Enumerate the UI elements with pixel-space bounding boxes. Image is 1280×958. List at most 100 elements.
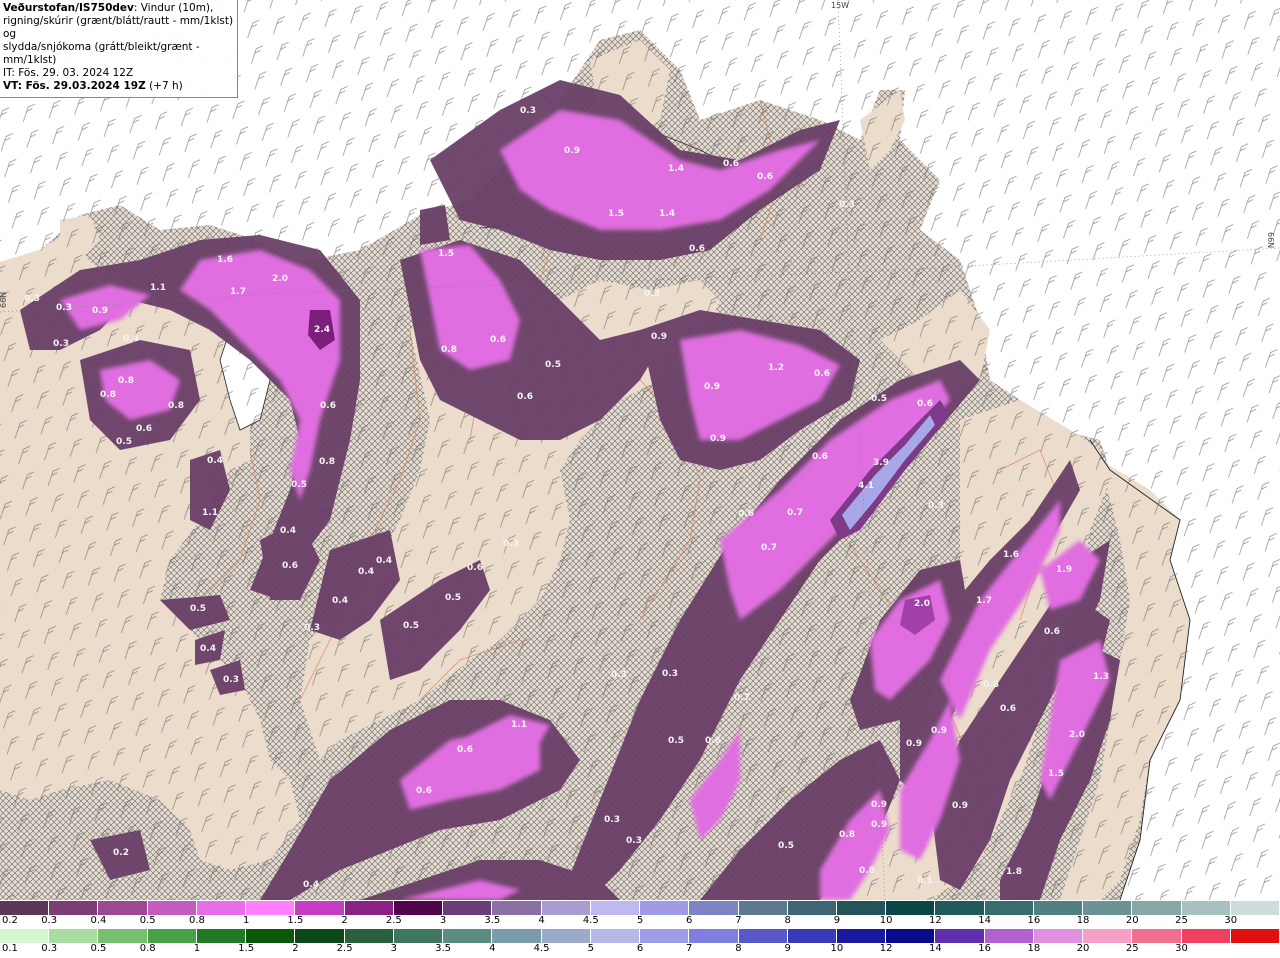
legend-tick-label: 0.3 xyxy=(41,915,58,926)
precip-value-label: 0.6 xyxy=(1000,704,1016,714)
legend-color-swatch xyxy=(196,901,247,915)
legend-tick-label: 0.2 xyxy=(2,915,18,926)
legend-tick-label: 16 xyxy=(1027,915,1041,926)
legend-tick-label: 3 xyxy=(439,915,447,926)
legend-color-swatch xyxy=(836,901,887,915)
legend-color-swatch xyxy=(787,929,837,943)
precip-value-label: 0.8 xyxy=(839,830,855,840)
precip-value-label: 0.6 xyxy=(416,786,432,796)
legend-color-swatch xyxy=(492,901,542,915)
legend-color-swatch xyxy=(344,901,394,915)
legend-tick-label: 4 xyxy=(489,943,496,954)
legend-tick-label: 20 xyxy=(1076,943,1090,954)
legend-color-swatch xyxy=(935,929,985,943)
legend-tick-label: 3 xyxy=(390,943,398,954)
precip-value-label: 0.2 xyxy=(113,848,129,858)
precip-value-label: 0.6 xyxy=(814,369,830,379)
legend-tick-label: 0.5 xyxy=(139,915,156,926)
legend-tick-label: 1 xyxy=(193,943,201,954)
precip-value-label: 0.9 xyxy=(651,332,667,342)
precip-value-label: 0.5 xyxy=(778,841,794,851)
precip-value-label: 0.5 xyxy=(116,437,132,447)
precip-value-label: 0.3 xyxy=(604,815,620,825)
legend-color-swatch xyxy=(49,929,99,943)
precip-value-label: 0.6 xyxy=(457,745,473,755)
precip-value-label: 0.9 xyxy=(871,820,887,830)
precip-value-label: 0.4 xyxy=(303,880,319,890)
legend-color-swatch xyxy=(49,901,99,915)
precip-value-label: 1.1 xyxy=(202,508,218,518)
info-box: Veðurstofan/IS750dev: Vindur (10m), rign… xyxy=(0,0,238,98)
precip-value-label: 0.5 xyxy=(403,621,419,631)
precip-value-label: 1.5 xyxy=(608,209,624,219)
legend-tick-label: 12 xyxy=(879,943,893,954)
legend-tick-label: 2.5 xyxy=(385,915,402,926)
legend-color-swatch xyxy=(787,901,837,915)
precip-value-label: 0.3 xyxy=(928,501,944,511)
legend-tick-label: 0.3 xyxy=(41,943,58,954)
legend-color-swatch xyxy=(590,929,641,943)
legend-tick-label: 4 xyxy=(538,915,545,926)
precip-value-label: 0.7 xyxy=(787,508,803,518)
precip-value-label: 0.5 xyxy=(291,480,307,490)
legend-tick-label: 3.5 xyxy=(435,943,452,954)
lat-label-left: 66N xyxy=(0,292,8,308)
legend-tick-label: 5 xyxy=(636,915,644,926)
legend-color-swatch xyxy=(246,901,296,915)
legend-tick-label: 1 xyxy=(242,915,250,926)
legend-color-swatch xyxy=(1083,929,1133,943)
legend-color-swatch xyxy=(246,929,296,943)
precip-value-label: 0.6 xyxy=(490,335,506,345)
precip-value-label: 0.3 xyxy=(626,836,642,846)
precip-value-label: 1.7 xyxy=(976,596,992,606)
legend-color-swatch xyxy=(147,929,197,943)
legend-color-swatch xyxy=(1230,929,1280,943)
precip-value-label: 0.6 xyxy=(738,509,754,519)
legend-tick-label: 14 xyxy=(978,915,991,926)
precip-value-label: 0.5 xyxy=(190,604,206,614)
legend-tick-label: 4.5 xyxy=(533,943,550,954)
legend-color-swatch xyxy=(295,929,345,943)
legend-color-swatch xyxy=(1181,929,1231,943)
precip-value-label: 0.9 xyxy=(906,739,922,749)
precip-value-label: 0.6 xyxy=(723,159,739,169)
precip-value-label: 0.9 xyxy=(952,801,968,811)
precip-value-label: 0.8 xyxy=(118,376,134,386)
legend-color-swatch xyxy=(836,929,887,943)
precip-value-label: 0.1 xyxy=(917,876,933,886)
legend-color-swatch xyxy=(1033,901,1084,915)
legend-color-swatch xyxy=(984,929,1034,943)
precip-value-label: 0.6 xyxy=(705,736,721,746)
precip-value-label: 0.5 xyxy=(545,360,561,370)
precip-value-label: 0.8 xyxy=(100,390,116,400)
precip-value-label: 0.3 xyxy=(56,303,72,313)
legend-color-swatch xyxy=(738,901,788,915)
legend-tick-label: 14 xyxy=(929,943,942,954)
precip-value-label: 0.6 xyxy=(282,561,298,571)
precip-value-label: 0.6 xyxy=(689,244,705,254)
legend-tick-label: 30 xyxy=(1175,943,1188,954)
precip-value-label: 0.4 xyxy=(280,526,296,536)
precip-value-label: 0.7 xyxy=(761,543,777,553)
legend-tick-label: 2.5 xyxy=(336,943,353,954)
legend-color-swatch xyxy=(1083,901,1133,915)
legend-color-swatch xyxy=(640,901,690,915)
precip-value-label: 0.8 xyxy=(983,680,999,690)
legend-tick-label: 10 xyxy=(879,915,893,926)
precip-value-label: 2.0 xyxy=(1069,730,1085,740)
legend-tick-label: 2 xyxy=(341,915,348,926)
precip-value-label: 1.5 xyxy=(438,249,454,259)
lon-label-15w: 15W xyxy=(831,1,849,10)
legend-tick-label: 6 xyxy=(636,943,644,954)
precip-value-label: 0.3 xyxy=(223,675,239,685)
legend-tick-label: 6 xyxy=(686,915,693,926)
precip-value-label: 0.9 xyxy=(704,382,720,392)
legend-tick-label: 5 xyxy=(587,943,594,954)
legend-tick-label: 0.8 xyxy=(188,915,205,926)
precip-value-label: 0.8 xyxy=(859,866,875,876)
precip-value-label: 0.8 xyxy=(168,401,184,411)
precip-value-label: 0.9 xyxy=(710,434,726,444)
precip-value-label: 4.1 xyxy=(858,481,874,491)
precip-value-label: 1.4 xyxy=(659,209,675,219)
precip-value-label: 0.6 xyxy=(757,172,773,182)
